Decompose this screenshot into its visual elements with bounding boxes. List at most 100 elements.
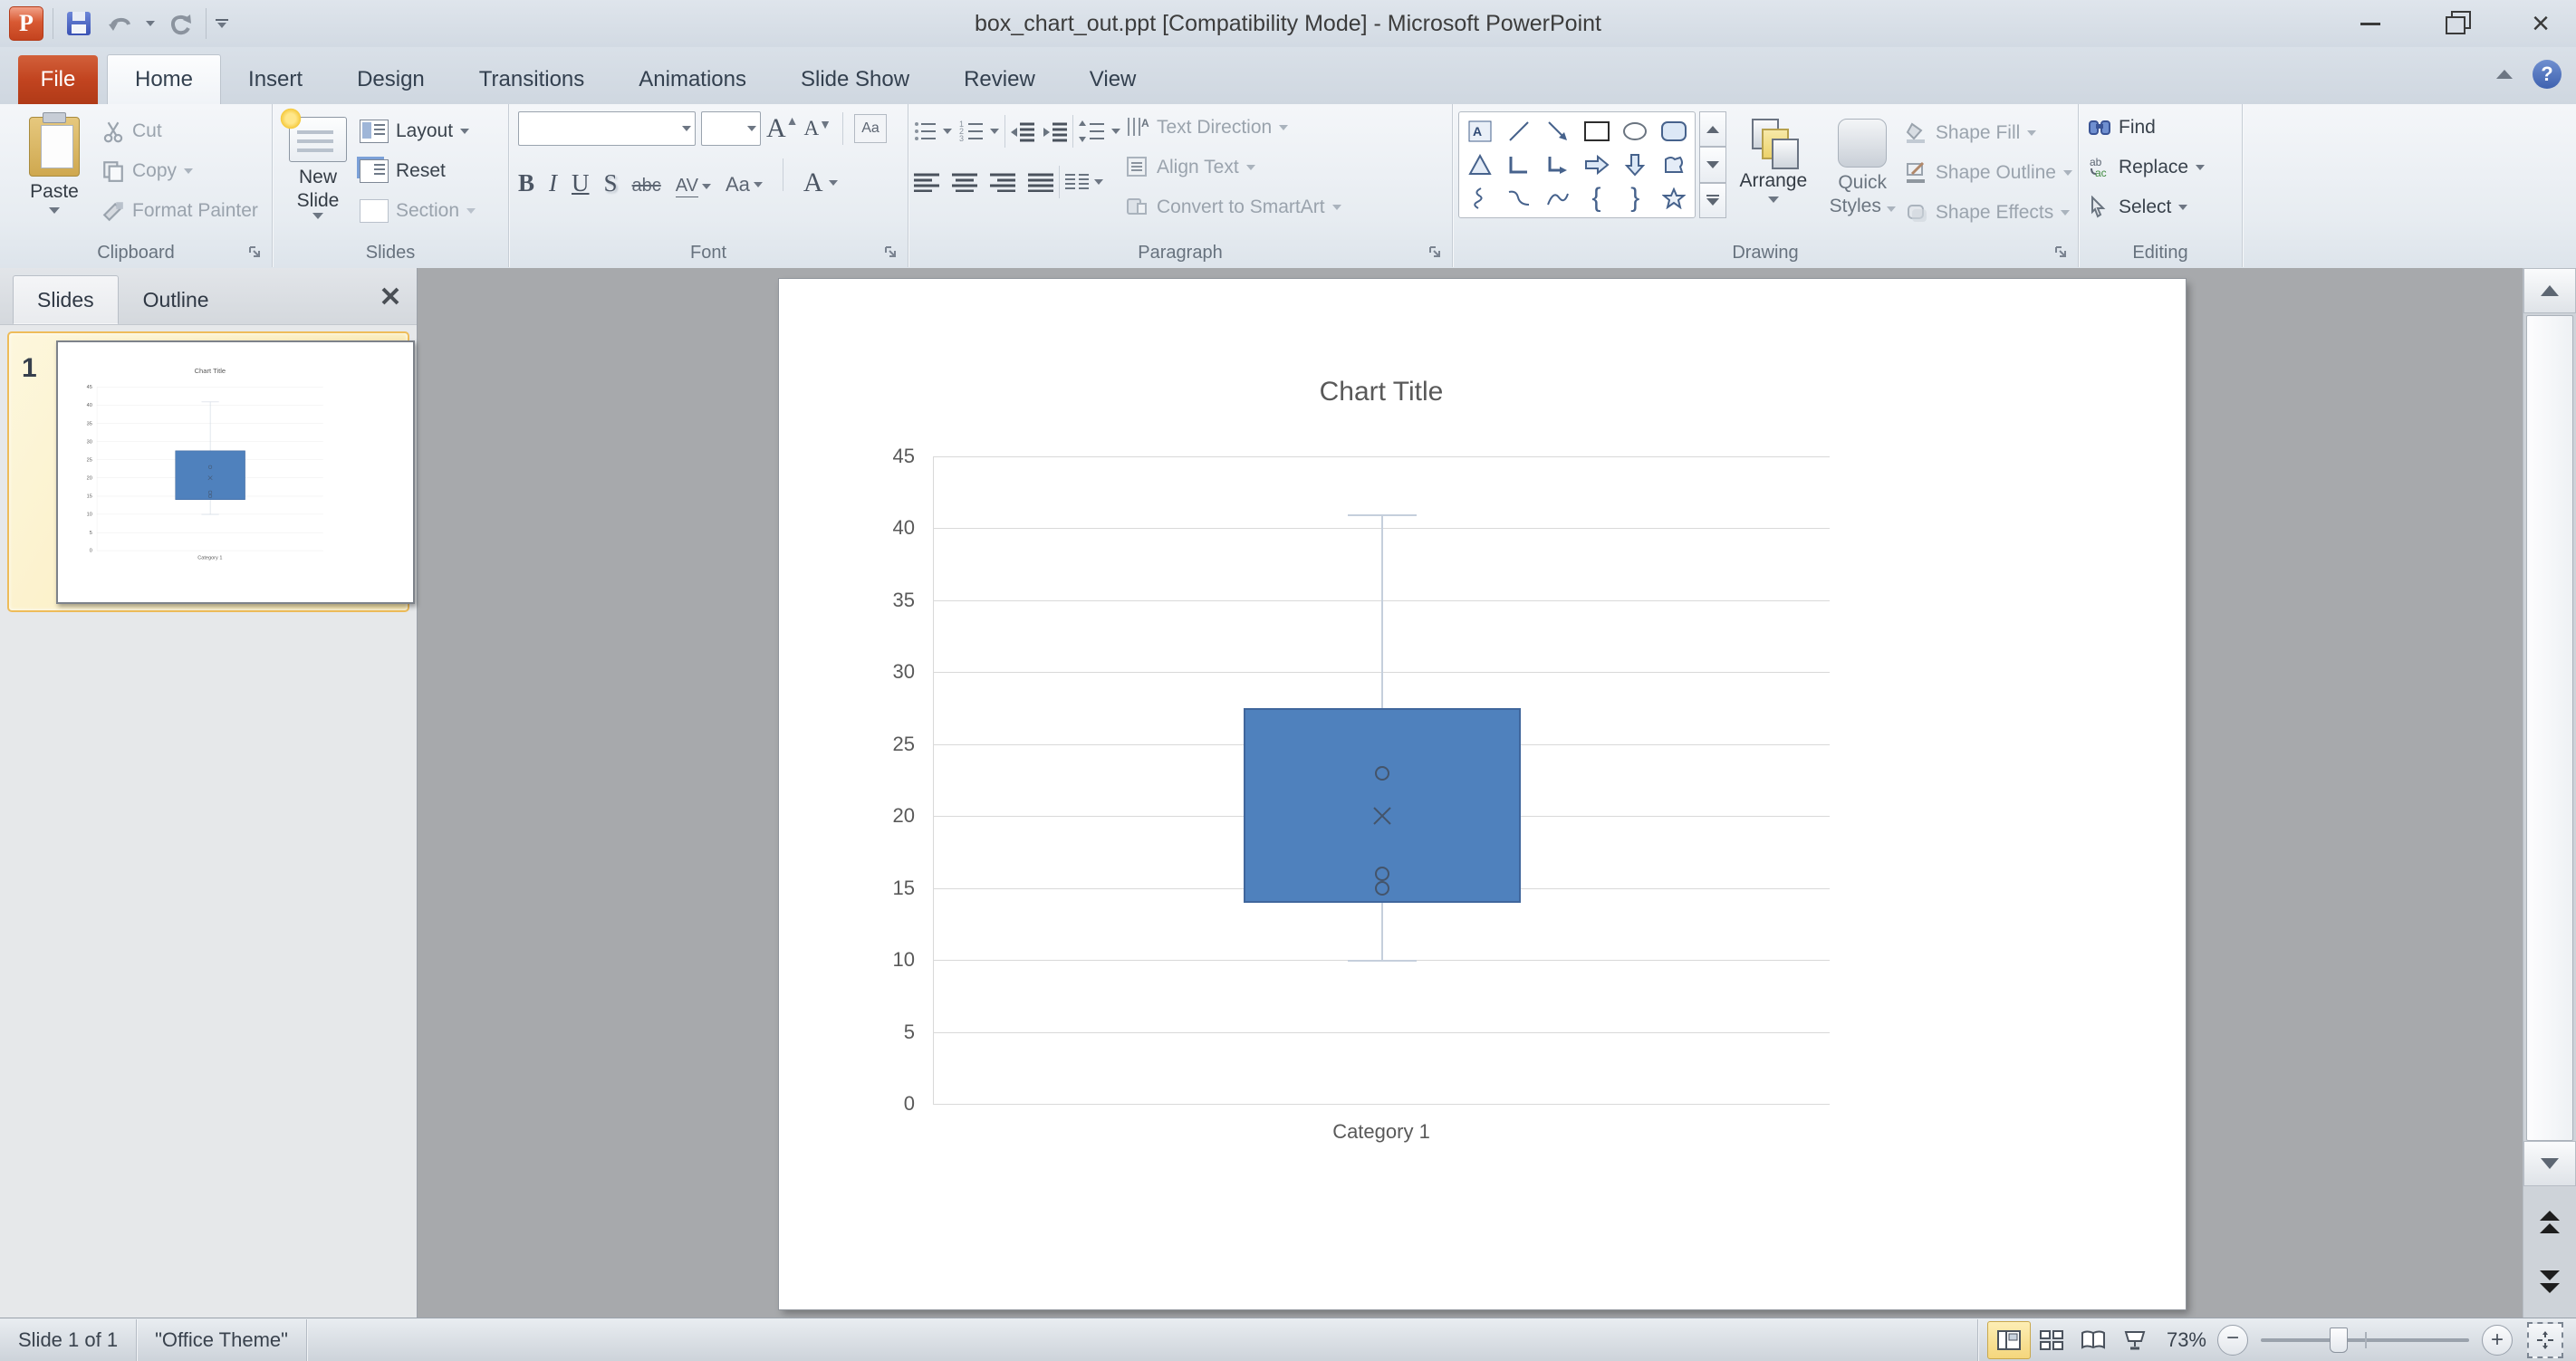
drawing-dialog-launcher[interactable] bbox=[2054, 245, 2071, 262]
fit-to-window-button[interactable] bbox=[2527, 1322, 2563, 1358]
font-size-combo[interactable] bbox=[701, 111, 761, 146]
slide-show-button[interactable] bbox=[2114, 1322, 2156, 1358]
reading-view-button[interactable] bbox=[2072, 1322, 2114, 1358]
tab-design[interactable]: Design bbox=[330, 55, 452, 104]
scrollbar-thumb[interactable] bbox=[2526, 315, 2573, 1141]
undo-dropdown-arrow[interactable] bbox=[146, 21, 155, 26]
slide-canvas[interactable]: Chart Title051015202530354045Category 1 bbox=[779, 279, 2186, 1309]
scroll-up-button[interactable] bbox=[2523, 268, 2576, 313]
zoom-level[interactable]: 73% bbox=[2156, 1318, 2217, 1361]
layout-button[interactable]: Layout bbox=[360, 111, 476, 151]
zoom-out-button[interactable]: − bbox=[2217, 1325, 2248, 1356]
minimize-button[interactable] bbox=[2348, 8, 2393, 39]
tab-slide-show[interactable]: Slide Show bbox=[774, 55, 937, 104]
shapes-gallery[interactable]: A { } bbox=[1458, 111, 1696, 218]
cut-button[interactable]: Cut bbox=[101, 111, 258, 151]
clipboard-dialog-launcher[interactable] bbox=[248, 245, 264, 262]
shape-line-icon[interactable] bbox=[1502, 116, 1536, 147]
shape-oval-icon[interactable] bbox=[1618, 116, 1652, 147]
scroll-down-button[interactable] bbox=[2523, 1141, 2576, 1186]
shape-rounded-rectangle-icon[interactable] bbox=[1657, 116, 1691, 147]
tab-review[interactable]: Review bbox=[937, 55, 1062, 104]
customize-qat-button[interactable] bbox=[216, 19, 228, 28]
shape-curve-icon[interactable] bbox=[1502, 183, 1536, 214]
numbering-button[interactable]: 123 bbox=[959, 111, 999, 151]
restore-button[interactable] bbox=[2433, 8, 2478, 39]
shape-textbox-icon[interactable]: A bbox=[1463, 116, 1497, 147]
tab-file[interactable]: File bbox=[18, 55, 98, 104]
slide-counter[interactable]: Slide 1 of 1 bbox=[0, 1318, 136, 1361]
align-center-button[interactable] bbox=[952, 162, 977, 202]
font-color-button[interactable]: A bbox=[803, 168, 838, 198]
zoom-slider[interactable] bbox=[2261, 1338, 2469, 1342]
tab-home[interactable]: Home bbox=[107, 54, 221, 104]
find-button[interactable]: Find bbox=[2088, 108, 2233, 148]
bullets-button[interactable] bbox=[914, 111, 952, 151]
theme-name[interactable]: "Office Theme" bbox=[137, 1318, 306, 1361]
gallery-more-button[interactable] bbox=[1699, 183, 1726, 218]
strikethrough-button[interactable]: abc bbox=[632, 176, 661, 196]
font-dialog-launcher[interactable] bbox=[884, 245, 900, 262]
tab-outline[interactable]: Outline bbox=[119, 275, 234, 324]
section-button[interactable]: Section bbox=[360, 191, 476, 231]
shape-left-brace-icon[interactable]: { bbox=[1580, 183, 1614, 214]
select-button[interactable]: Select bbox=[2088, 187, 2233, 227]
shape-elbow-arrow-icon[interactable] bbox=[1541, 149, 1575, 180]
grow-font-button[interactable]: A▲ bbox=[766, 113, 799, 144]
previous-slide-button[interactable] bbox=[2523, 1193, 2576, 1250]
tab-view[interactable]: View bbox=[1062, 55, 1164, 104]
slide-sorter-view-button[interactable] bbox=[2031, 1322, 2072, 1358]
columns-button[interactable] bbox=[1065, 162, 1103, 202]
replace-button[interactable]: abac Replace bbox=[2088, 148, 2233, 187]
shape-effects-button[interactable]: Shape Effects bbox=[1905, 193, 2072, 233]
normal-view-button[interactable] bbox=[1987, 1321, 2031, 1359]
gallery-scroll-down-button[interactable] bbox=[1699, 147, 1726, 182]
new-slide-button[interactable]: New Slide bbox=[276, 110, 360, 231]
shrink-font-button[interactable]: A▼ bbox=[804, 117, 831, 140]
font-name-combo[interactable] bbox=[518, 111, 696, 146]
change-case-button[interactable]: Aa bbox=[726, 173, 763, 196]
powerpoint-app-icon[interactable]: P bbox=[9, 6, 43, 41]
decrease-indent-button[interactable] bbox=[1011, 111, 1034, 151]
reset-button[interactable]: Reset bbox=[360, 151, 476, 191]
zoom-slider-thumb[interactable] bbox=[2330, 1327, 2348, 1353]
line-spacing-button[interactable] bbox=[1079, 111, 1120, 151]
align-right-button[interactable] bbox=[990, 162, 1015, 202]
paste-button[interactable]: Paste bbox=[7, 110, 101, 231]
align-text-button[interactable]: Align Text bbox=[1126, 148, 1341, 187]
shape-fill-button[interactable]: Shape Fill bbox=[1905, 113, 2072, 153]
next-slide-button[interactable] bbox=[2523, 1253, 2576, 1309]
increase-indent-button[interactable] bbox=[1043, 111, 1067, 151]
minimize-ribbon-icon[interactable] bbox=[2496, 70, 2513, 79]
close-panel-button[interactable] bbox=[377, 283, 404, 310]
close-button[interactable]: × bbox=[2518, 8, 2563, 39]
clear-formatting-button[interactable]: Aa bbox=[854, 114, 887, 143]
chart-title[interactable]: Chart Title bbox=[97, 367, 323, 375]
undo-button[interactable] bbox=[104, 7, 137, 40]
copy-button[interactable]: Copy bbox=[101, 151, 258, 191]
redo-button[interactable] bbox=[164, 7, 197, 40]
convert-to-smartart-button[interactable]: Convert to SmartArt bbox=[1126, 187, 1341, 227]
bold-button[interactable]: B bbox=[518, 169, 534, 197]
shape-freeform-icon[interactable] bbox=[1657, 149, 1691, 180]
quick-styles-button[interactable]: QuickStyles bbox=[1820, 111, 1904, 233]
tab-insert[interactable]: Insert bbox=[221, 55, 330, 104]
shape-star-icon[interactable] bbox=[1657, 183, 1691, 214]
shape-curve2-icon[interactable] bbox=[1541, 183, 1575, 214]
tab-transitions[interactable]: Transitions bbox=[452, 55, 611, 104]
shape-arrow-icon[interactable] bbox=[1541, 116, 1575, 147]
align-left-button[interactable] bbox=[914, 162, 939, 202]
shape-right-arrow-icon[interactable] bbox=[1580, 149, 1614, 180]
shape-scribble-icon[interactable] bbox=[1463, 183, 1497, 214]
x-axis-category-label[interactable]: Category 1 bbox=[97, 554, 323, 561]
shape-outline-button[interactable]: Shape Outline bbox=[1905, 153, 2072, 193]
justify-button[interactable] bbox=[1028, 162, 1053, 202]
paragraph-dialog-launcher[interactable] bbox=[1428, 245, 1445, 262]
chart-title[interactable]: Chart Title bbox=[933, 377, 1830, 407]
gallery-scroll-up-button[interactable] bbox=[1699, 111, 1726, 147]
format-painter-button[interactable]: Format Painter bbox=[101, 191, 258, 231]
shape-elbow-icon[interactable] bbox=[1502, 149, 1536, 180]
slide-thumbnail[interactable]: 1 Chart Title051015202530354045Category … bbox=[7, 331, 409, 612]
help-icon[interactable]: ? bbox=[2533, 60, 2562, 89]
arrange-button[interactable]: Arrange bbox=[1726, 111, 1820, 233]
